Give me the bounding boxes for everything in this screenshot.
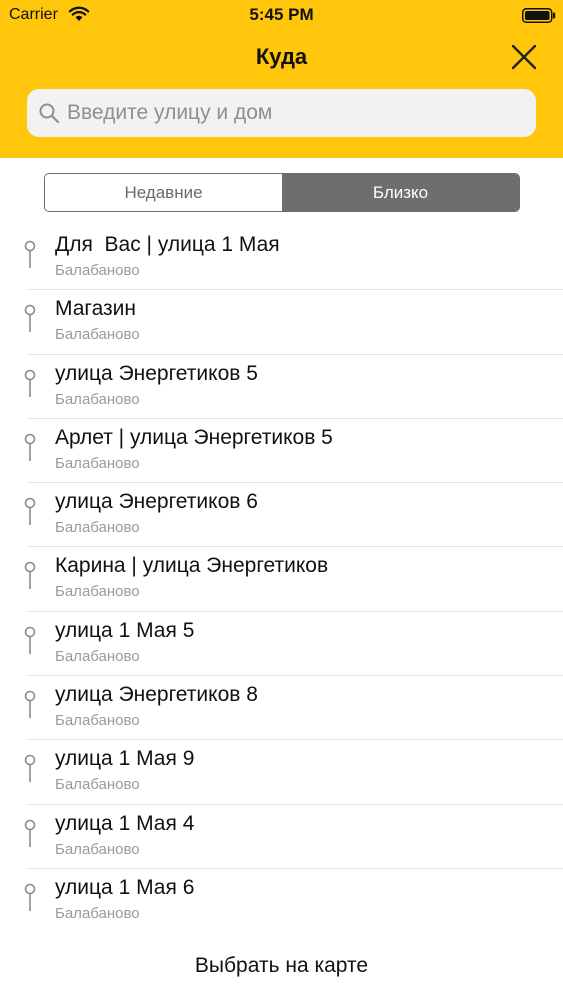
- tab-recent[interactable]: Недавние: [45, 174, 282, 211]
- header: Carrier 5:45 PM Куда: [0, 0, 563, 158]
- place-subtitle: Балабаново: [55, 840, 140, 858]
- tab-switcher: Недавние Близко: [44, 173, 520, 212]
- list-item[interactable]: Арлет | улица Энергетиков 5 Балабаново: [0, 419, 563, 484]
- page-title: Куда: [255, 44, 308, 69]
- place-title: улица 1 Мая 9: [55, 747, 195, 771]
- place-title: Арлет | улица Энергетиков 5: [55, 425, 333, 449]
- place-subtitle: Балабаново: [55, 326, 140, 344]
- list-item[interactable]: улица Энергетиков 8 Балабаново: [0, 676, 563, 741]
- place-subtitle: Балабаново: [55, 904, 140, 922]
- pin-icon: [24, 883, 36, 911]
- place-title: улица 1 Мая 4: [55, 811, 195, 835]
- status-bar: Carrier 5:45 PM: [0, 0, 563, 30]
- place-subtitle: Балабаново: [55, 712, 140, 730]
- pin-icon: [24, 369, 36, 397]
- pin-icon: [24, 562, 36, 590]
- place-subtitle: Балабаново: [55, 583, 140, 601]
- pin-icon: [24, 819, 36, 847]
- place-subtitle: Балабаново: [55, 262, 140, 279]
- pin-icon: [24, 304, 36, 333]
- list-item[interactable]: улица Энергетиков 6 Балабаново: [0, 483, 563, 548]
- search-box[interactable]: [27, 89, 536, 137]
- place-subtitle: Балабаново: [55, 647, 140, 665]
- place-subtitle: Балабаново: [55, 454, 140, 472]
- pin-icon: [24, 755, 36, 783]
- list-item[interactable]: улица Энергетиков 5 Балабаново: [0, 355, 563, 419]
- list-item[interactable]: улица 1 Мая 9 Балабаново: [0, 740, 563, 805]
- battery-icon: [522, 8, 556, 23]
- tab-nearby[interactable]: Близко: [282, 174, 519, 211]
- place-subtitle: Балабаново: [55, 390, 140, 408]
- pin-icon: [24, 626, 36, 654]
- place-title: Для Вас | улица 1 Мая: [55, 233, 280, 256]
- search-input[interactable]: [67, 89, 527, 137]
- list-item[interactable]: улица 1 Мая 5 Балабаново: [0, 612, 563, 677]
- places-list: Для Вас | улица 1 Мая Балабаново Магазин…: [0, 226, 563, 933]
- close-icon[interactable]: [510, 43, 538, 71]
- list-item[interactable]: Карина | улица Энергетиков Балабаново: [0, 547, 563, 612]
- place-subtitle: Балабаново: [55, 776, 140, 794]
- list-item[interactable]: улица 1 Мая 4 Балабаново: [0, 805, 563, 869]
- place-title: Магазин: [55, 297, 137, 321]
- pin-icon: [24, 433, 36, 461]
- pin-icon: [24, 690, 36, 719]
- pin-icon: [24, 240, 36, 268]
- list-item[interactable]: Для Вас | улица 1 Мая Балабаново: [0, 226, 563, 291]
- place-title: Карина | улица Энергетиков: [55, 554, 329, 578]
- place-title: улица Энергетиков 6: [55, 490, 258, 514]
- list-item[interactable]: улица 1 Мая 6 Балабаново: [0, 869, 563, 933]
- place-title: улица Энергетиков 5: [55, 361, 258, 385]
- place-subtitle: Балабаново: [55, 519, 140, 537]
- pin-icon: [24, 497, 36, 526]
- choose-on-map-button[interactable]: Выбрать на карте: [0, 954, 563, 978]
- search-icon: [39, 103, 60, 124]
- status-time: 5:45 PM: [249, 5, 314, 24]
- place-title: улица 1 Мая 5: [55, 618, 195, 642]
- list-item[interactable]: Магазин Балабаново: [0, 290, 563, 355]
- place-title: улица Энергетиков 8: [55, 683, 258, 707]
- place-title: улица 1 Мая 6: [55, 875, 195, 899]
